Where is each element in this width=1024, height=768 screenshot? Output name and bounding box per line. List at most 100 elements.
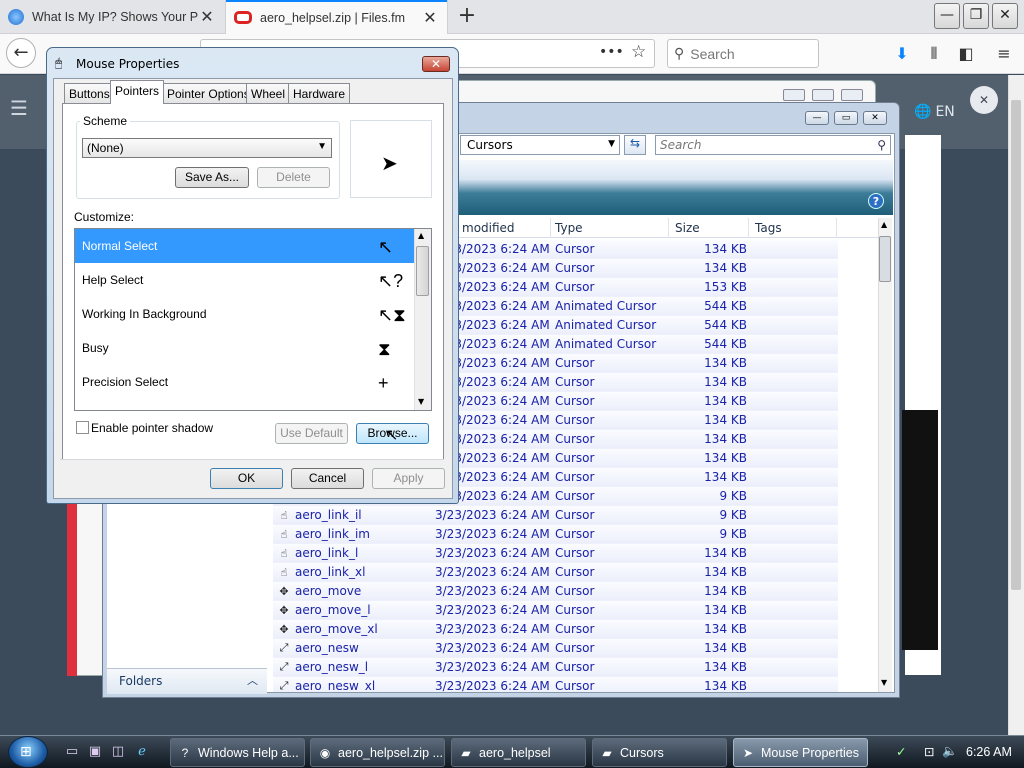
tab-hardware[interactable]: Hardware — [288, 83, 351, 103]
cursor-item-help-select[interactable]: Help Select ↖? — [75, 263, 431, 297]
delete-button[interactable]: Delete — [257, 167, 330, 188]
file-modified: 3/23/2023 6:24 AM — [435, 546, 550, 560]
tab-wheel[interactable]: Wheel — [246, 83, 291, 103]
explorer-search-input[interactable]: Search ⚲ — [655, 135, 891, 155]
tab-filesfm[interactable]: aero_helpsel.zip | Files.fm ✕ — [225, 0, 448, 35]
table-row[interactable]: ⤢ aero_nesw_xl 3/23/2023 6:24 AM Cursor 134 … — [273, 677, 838, 692]
chevron-down-icon[interactable]: ▼ — [608, 139, 615, 149]
explorer-scrollbar[interactable]: ▲ ▼ — [878, 218, 892, 692]
file-modified: 3/23/2023 6:24 AM — [435, 584, 550, 598]
window-switch-icon[interactable]: ◫ — [110, 744, 126, 760]
help-icon[interactable]: ? — [868, 193, 884, 209]
table-row[interactable]: ⤢ aero_nesw_l 3/23/2023 6:24 AM Cursor 134 K… — [273, 658, 838, 677]
explorer-maximize-icon[interactable]: ▭ — [834, 111, 858, 125]
library-icon[interactable]: ⫴ — [922, 42, 946, 66]
file-size: 134 KB — [704, 375, 747, 389]
pointer-shadow-checkbox[interactable] — [76, 421, 89, 434]
volume-icon[interactable]: 🔈 — [942, 744, 958, 759]
tab-buttons[interactable]: Buttons — [64, 83, 115, 103]
explorer-address-bar[interactable]: Cursors ▼ — [460, 135, 620, 155]
close-tab-icon[interactable]: ✕ — [421, 8, 439, 28]
tab-pointer-options[interactable]: Pointer Options — [162, 83, 255, 103]
cursor-list-scrollbar-thumb[interactable] — [416, 246, 429, 296]
table-row[interactable]: ☝ aero_link_xl 3/23/2023 6:24 AM Cursor 134 … — [273, 563, 838, 582]
hamburger-menu-icon[interactable]: ≡ — [992, 42, 1016, 66]
table-row[interactable]: ☝ aero_link_l 3/23/2023 6:24 AM Cursor 134 K… — [273, 544, 838, 563]
scroll-up-icon[interactable]: ▲ — [418, 231, 424, 240]
cursor-list[interactable]: Normal Select ↖ Help Select ↖? Working I… — [74, 228, 432, 411]
scroll-down-icon[interactable]: ▼ — [881, 678, 887, 687]
safely-remove-icon[interactable]: ✓ — [896, 744, 906, 759]
taskbar-item-mouse-properties[interactable]: ➤ Mouse Properties — [733, 738, 868, 767]
ok-button[interactable]: OK — [210, 468, 283, 489]
file-size: 153 KB — [704, 280, 747, 294]
show-desktop-icon[interactable]: ▭ — [64, 744, 80, 760]
internet-explorer-icon[interactable]: ℯ — [134, 744, 150, 760]
table-row[interactable]: ✥ aero_move_l 3/23/2023 6:24 AM Cursor 134 K… — [273, 601, 838, 620]
table-row[interactable]: ⤢ aero_nesw 3/23/2023 6:24 AM Cursor 134 KB — [273, 639, 838, 658]
table-row[interactable]: ☝ aero_link_im 3/23/2023 6:24 AM Cursor 9 KB — [273, 525, 838, 544]
file-size: 9 KB — [719, 527, 747, 541]
page-scrollbar-thumb[interactable] — [1011, 100, 1021, 590]
column-type[interactable]: Type — [555, 221, 583, 235]
column-tags[interactable]: Tags — [755, 221, 782, 235]
file-type: Cursor — [555, 508, 595, 522]
browser-search-input[interactable]: ⚲ Search — [667, 39, 819, 68]
save-as-button[interactable]: Save As... — [175, 167, 249, 188]
menu-icon[interactable]: ☰ — [10, 96, 28, 120]
cancel-button[interactable]: Cancel — [291, 468, 364, 489]
bg-close-icon[interactable] — [841, 89, 863, 101]
cursor-item-busy[interactable]: Busy ⧗ — [75, 331, 431, 365]
column-modified[interactable]: modified — [462, 221, 515, 235]
dialog-close-icon[interactable]: ✕ — [422, 56, 450, 72]
file-name: aero_link_l — [295, 546, 359, 560]
file-size: 134 KB — [704, 356, 747, 370]
refresh-icon[interactable]: ⇆ — [624, 135, 646, 155]
page-close-icon[interactable]: ✕ — [970, 86, 998, 114]
explorer-minimize-icon[interactable]: — — [805, 111, 829, 125]
taskbar-item-windows-help[interactable]: ? Windows Help a... — [170, 738, 305, 767]
explorer-scrollbar-thumb[interactable] — [879, 236, 891, 282]
tab-pointers[interactable]: Pointers — [110, 80, 165, 104]
sidebar-icon[interactable]: ◧ — [954, 42, 978, 66]
minimize-window-icon[interactable]: — — [934, 3, 960, 29]
scroll-up-icon[interactable]: ▲ — [881, 220, 887, 229]
bg-minimize-icon[interactable] — [783, 89, 805, 101]
cursor-item-normal-select[interactable]: Normal Select ↖ — [75, 229, 431, 263]
scheme-dropdown[interactable]: (None) ▼ — [82, 138, 332, 158]
monitor-icon[interactable]: ▣ — [87, 744, 103, 760]
table-row[interactable]: ✥ aero_move_xl 3/23/2023 6:24 AM Cursor 134 … — [273, 620, 838, 639]
language-selector[interactable]: 🌐 EN — [914, 104, 955, 120]
tab-whatismyip[interactable]: What Is My IP? Shows Your Pu ✕ — [0, 0, 224, 34]
table-row[interactable]: ☝ aero_link_il 3/23/2023 6:24 AM Cursor 9 KB — [273, 506, 838, 525]
start-button[interactable]: ⊞ — [8, 736, 48, 768]
bookmark-star-icon[interactable]: ☆ — [631, 42, 646, 62]
taskbar-item-firefox[interactable]: ◉ aero_helpsel.zip ... — [310, 738, 445, 767]
close-tab-icon[interactable]: ✕ — [198, 7, 216, 27]
taskbar-item-cursors[interactable]: ▰ Cursors — [592, 738, 727, 767]
cursor-item-working-in-background[interactable]: Working In Background ↖⧗ — [75, 297, 431, 331]
close-window-icon[interactable]: ✕ — [992, 3, 1018, 29]
use-default-button[interactable]: Use Default — [275, 423, 348, 444]
new-tab-icon[interactable]: + — [454, 3, 480, 29]
explorer-close-icon[interactable]: ✕ — [863, 111, 887, 125]
explorer-toolbar-band — [458, 160, 893, 215]
restore-window-icon[interactable]: ❐ — [963, 3, 989, 29]
page-actions-icon[interactable]: ••• — [599, 44, 624, 60]
column-size[interactable]: Size — [675, 221, 700, 235]
scroll-down-icon[interactable]: ▼ — [418, 397, 424, 406]
folder-icon: ▰ — [461, 746, 471, 760]
file-modified: 3/23/2023 6:24 AM — [435, 603, 550, 617]
network-icon[interactable]: ⊡ — [924, 744, 934, 759]
taskbar-item-aero-helpsel[interactable]: ▰ aero_helpsel — [451, 738, 586, 767]
bg-maximize-icon[interactable] — [812, 89, 834, 101]
clock[interactable]: 6:26 AM — [966, 745, 1012, 759]
folders-toggle[interactable]: Folders ︿ — [107, 668, 267, 694]
apply-button[interactable]: Apply — [372, 468, 445, 489]
file-type: Cursor — [555, 432, 595, 446]
download-icon[interactable]: ⬇ — [890, 42, 914, 66]
cursor-item-precision-select[interactable]: Precision Select + — [75, 365, 431, 399]
working-cursor-icon: ↖⧗ — [378, 305, 406, 325]
table-row[interactable]: ✥ aero_move 3/23/2023 6:24 AM Cursor 134 KB — [273, 582, 838, 601]
back-arrow-icon[interactable]: ← — [6, 38, 36, 68]
